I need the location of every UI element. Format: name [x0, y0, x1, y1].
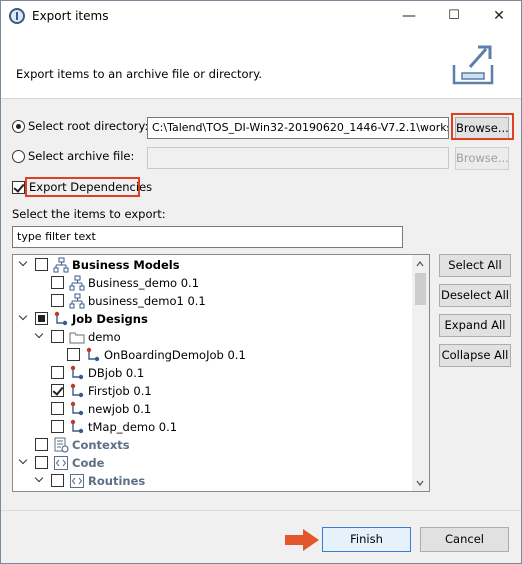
- chevron-down-icon[interactable]: [19, 314, 29, 324]
- tree-row-label: newjob 0.1: [88, 402, 152, 416]
- finish-button[interactable]: Finish: [322, 527, 411, 552]
- scroll-thumb[interactable]: [415, 273, 426, 305]
- tree-checkbox[interactable]: [67, 348, 80, 361]
- scroll-down-icon[interactable]: [416, 479, 424, 487]
- export-dependencies-checkbox[interactable]: [12, 181, 25, 194]
- tree-checkbox[interactable]: [35, 258, 48, 271]
- banner-description: Export items to an archive file or direc…: [16, 67, 263, 81]
- tree-row-label: demo: [88, 330, 121, 344]
- export-dependencies-highlight-box: [25, 177, 140, 197]
- chevron-down-icon[interactable]: [19, 458, 29, 468]
- tree-row-label: DBjob 0.1: [88, 366, 145, 380]
- tree-row-label: Routines: [88, 474, 146, 488]
- job-icon: [86, 347, 100, 362]
- cancel-button[interactable]: Cancel: [420, 527, 509, 552]
- tree-checkbox[interactable]: [35, 456, 48, 469]
- tree-checkbox[interactable]: [35, 438, 48, 451]
- chevron-down-icon[interactable]: [35, 332, 45, 342]
- filter-input[interactable]: type filter text: [12, 226, 403, 248]
- job-icon: [54, 311, 68, 326]
- tree-row-label: Business_demo 0.1: [88, 276, 200, 290]
- tree-row-label: OnBoardingDemoJob 0.1: [104, 348, 246, 362]
- job-icon: [70, 419, 84, 434]
- root-directory-radio[interactable]: [12, 120, 25, 133]
- code-icon: [54, 456, 68, 470]
- tree-checkbox[interactable]: [51, 276, 64, 289]
- collapse-all-button[interactable]: Collapse All: [439, 344, 511, 367]
- tree-checkbox[interactable]: [51, 402, 64, 415]
- root-directory-label[interactable]: Select root directory:: [28, 119, 148, 133]
- browse-highlight-box: [451, 113, 514, 140]
- tree-row-label: Contexts: [72, 438, 130, 452]
- tree-checkbox[interactable]: [35, 312, 48, 325]
- tree-row-label: business_demo1 0.1: [88, 294, 206, 308]
- footer-divider: [1, 510, 521, 511]
- folder-icon: [69, 332, 85, 344]
- export-wizard-icon: [452, 45, 494, 85]
- expand-all-button[interactable]: Expand All: [439, 314, 511, 337]
- archive-file-field[interactable]: [147, 147, 449, 169]
- tree-scrollbar[interactable]: [412, 255, 429, 491]
- tree-checkbox[interactable]: [51, 420, 64, 433]
- minimize-button[interactable]: —: [387, 1, 431, 31]
- maximize-button[interactable]: ☐: [432, 1, 476, 31]
- tree-row-label: Business Models: [72, 258, 180, 272]
- archive-file-radio[interactable]: [12, 150, 25, 163]
- tree-checkbox[interactable]: [51, 366, 64, 379]
- export-items-dialog: Export items — ☐ ✕ Export items to an ar…: [0, 0, 522, 564]
- tree-row-label: Code: [72, 456, 105, 470]
- business-model-icon: [69, 293, 85, 309]
- job-icon: [70, 383, 84, 398]
- chevron-down-icon[interactable]: [19, 260, 29, 270]
- business-model-icon: [53, 257, 69, 273]
- tree-checkbox[interactable]: [51, 474, 64, 487]
- business-model-icon: [69, 275, 85, 291]
- tree-row-label: Firstjob 0.1: [88, 384, 152, 398]
- tree-checkbox[interactable]: [51, 330, 64, 343]
- tree-row-label: tMap_demo 0.1: [88, 420, 178, 434]
- contexts-icon: [54, 437, 69, 453]
- tree-checkbox[interactable]: [51, 294, 64, 307]
- app-icon: [9, 8, 25, 24]
- job-icon: [70, 401, 84, 416]
- archive-file-browse-button[interactable]: Browse...: [455, 147, 509, 170]
- select-all-button[interactable]: Select All: [439, 254, 511, 277]
- chevron-down-icon[interactable]: [35, 476, 45, 486]
- routines-icon: [70, 474, 84, 488]
- scroll-up-icon[interactable]: [416, 260, 424, 268]
- deselect-all-button[interactable]: Deselect All: [439, 284, 511, 307]
- items-tree[interactable]: Business Models Business_demo 0.1 busine…: [12, 254, 430, 492]
- close-button[interactable]: ✕: [477, 1, 521, 31]
- select-items-label: Select the items to export:: [12, 207, 166, 221]
- window-title: Export items: [32, 9, 109, 23]
- pointer-arrow-icon: [285, 529, 319, 551]
- archive-file-label[interactable]: Select archive file:: [28, 149, 134, 163]
- tree-row-label: Job Designs: [72, 312, 148, 326]
- root-directory-field[interactable]: C:\Talend\TOS_DI-Win32-20190620_1446-V7.…: [147, 117, 449, 139]
- title-bar: Export items — ☐ ✕: [1, 1, 521, 31]
- tree-checkbox[interactable]: [51, 384, 64, 397]
- header-banner: Export items to an archive file or direc…: [1, 31, 521, 99]
- job-icon: [70, 365, 84, 380]
